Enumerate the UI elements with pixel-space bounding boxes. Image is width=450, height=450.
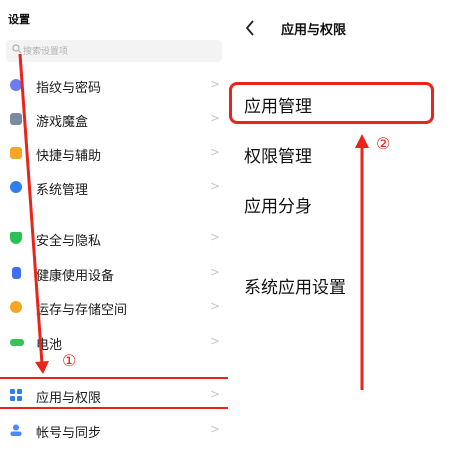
menu-item-battery[interactable]: 电池 >	[0, 325, 228, 359]
fingerprint-icon	[10, 79, 22, 91]
shield-icon	[10, 232, 22, 244]
menu-item-label: 安全与隐私	[36, 234, 102, 249]
health-icon	[12, 267, 21, 279]
step-1-label: ①	[62, 351, 77, 370]
chevron-right-icon: >	[209, 77, 220, 91]
chevron-right-icon: >	[209, 299, 220, 313]
menu-item-security[interactable]: 安全与隐私 >	[0, 221, 228, 255]
game-box-icon	[10, 113, 22, 125]
step-2-label: ②	[376, 134, 391, 153]
chevron-right-icon: >	[209, 422, 220, 436]
menu-item-label: 游戏魔盒	[36, 115, 89, 130]
chevron-right-icon: >	[209, 230, 220, 244]
menu-item-label: 帐号与同步	[36, 426, 102, 441]
menu-item-system[interactable]: 系统管理 >	[0, 170, 228, 204]
menu-item-label: 运存与存储空间	[36, 303, 128, 318]
battery-icon	[10, 339, 24, 346]
search-input[interactable]: 搜索设置项	[6, 40, 222, 62]
search-placeholder: 搜索设置项	[23, 47, 69, 57]
menu-item-storage[interactable]: 运存与存储空间 >	[0, 290, 228, 324]
settings-panel: 设置 搜索设置项 指纹与密码 > 游戏魔盒 > 快捷与辅助 > 系统管理 > 安…	[0, 0, 228, 450]
menu-item-label: 系统管理	[36, 183, 89, 198]
permission-management-item[interactable]: 权限管理	[244, 142, 312, 167]
system-icon	[10, 181, 22, 193]
menu-item-shortcut[interactable]: 快捷与辅助 >	[0, 136, 228, 170]
storage-icon	[10, 301, 22, 313]
app-clone-item[interactable]: 应用分身	[244, 192, 312, 217]
menu-item-label: 健康使用设备	[36, 269, 115, 284]
chevron-right-icon: >	[209, 334, 220, 348]
chevron-right-icon: >	[209, 145, 220, 159]
back-arrow-icon[interactable]	[244, 18, 256, 38]
menu-item-label: 电池	[36, 338, 63, 353]
chevron-right-icon: >	[209, 265, 220, 279]
chevron-right-icon: >	[209, 111, 220, 125]
menu-item-health[interactable]: 健康使用设备 >	[0, 256, 228, 290]
menu-item-game-box[interactable]: 游戏魔盒 >	[0, 102, 228, 136]
highlight-line-bottom	[0, 407, 228, 409]
chevron-right-icon: >	[209, 387, 220, 401]
menu-item-label: 快捷与辅助	[36, 149, 102, 164]
menu-item-account[interactable]: 帐号与同步 >	[0, 413, 228, 447]
shortcut-icon	[10, 147, 22, 159]
chevron-right-icon: >	[209, 179, 220, 193]
account-icon	[10, 424, 22, 436]
apps-icon	[10, 389, 22, 401]
system-app-settings-item[interactable]: 系统应用设置	[244, 273, 346, 298]
highlight-box	[229, 82, 434, 124]
menu-item-label: 应用与权限	[36, 391, 102, 406]
settings-title: 设置	[8, 13, 30, 26]
search-icon	[12, 44, 22, 54]
menu-item-fingerprint[interactable]: 指纹与密码 >	[0, 68, 228, 102]
menu-item-label: 指纹与密码	[36, 81, 102, 96]
apps-permissions-panel: 应用与权限 应用管理 权限管理 应用分身 系统应用设置	[228, 0, 450, 450]
page-title: 应用与权限	[281, 23, 347, 38]
